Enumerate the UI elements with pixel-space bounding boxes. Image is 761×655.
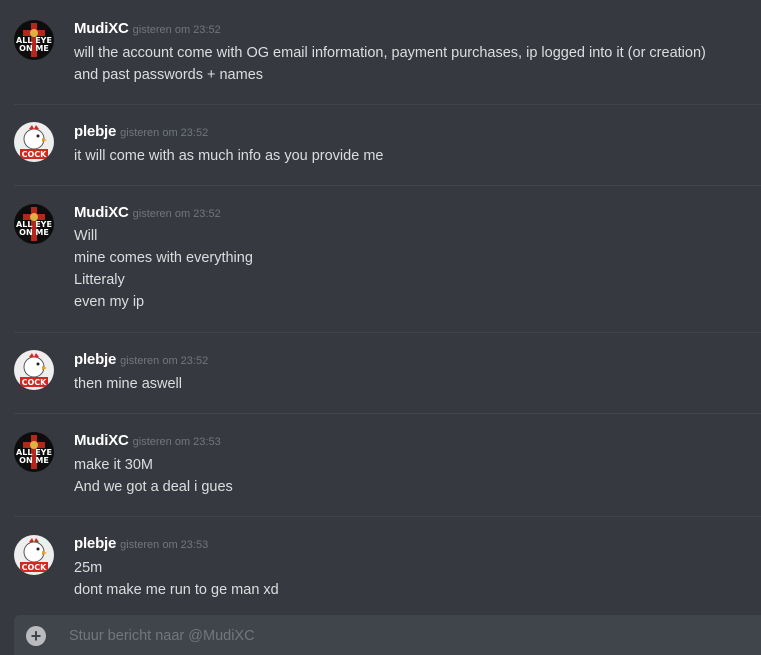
- timestamp: gisteren om 23:53: [120, 539, 209, 551]
- message-line: mine comes with everything: [74, 250, 253, 266]
- cross-avatar-icon: ALL EYE ON ME: [14, 20, 54, 60]
- message-line: And we got a deal i gues: [74, 479, 233, 495]
- message-line: it will come with as much info as you pr…: [74, 148, 384, 164]
- message-header: MudiXC gisteren om 23:52: [74, 204, 221, 224]
- message-list[interactable]: ALL EYE ON ME MudiXC gisteren om 23:52 wi…: [0, 0, 761, 600]
- message-divider: [14, 185, 761, 186]
- message-line: 25m: [74, 560, 103, 576]
- timestamp: gisteren om 23:52: [120, 127, 209, 139]
- message-line: then mine aswell: [74, 376, 182, 392]
- avatar[interactable]: ALL EYE ON ME: [14, 432, 54, 472]
- username[interactable]: MudiXC: [74, 20, 129, 37]
- username[interactable]: plebje: [74, 123, 116, 140]
- avatar[interactable]: ALL EYE ON ME: [14, 20, 54, 60]
- timestamp: gisteren om 23:53: [132, 436, 221, 448]
- message-divider: [14, 516, 761, 517]
- message-content: then mine aswell: [74, 373, 721, 395]
- avatar-text-bottom: ON ME: [19, 228, 49, 237]
- avatar-text: COCK: [22, 378, 48, 387]
- message-content: it will come with as much info as you pr…: [74, 145, 721, 167]
- message-line: will the account come with OG email info…: [74, 45, 706, 61]
- username[interactable]: MudiXC: [74, 204, 129, 221]
- avatar-text: COCK: [22, 563, 48, 572]
- cross-avatar-icon: ALL EYE ON ME: [14, 204, 54, 244]
- message-header: MudiXC gisteren om 23:53: [74, 432, 221, 452]
- message-line: Will: [74, 228, 98, 244]
- message-divider: [14, 332, 761, 333]
- avatar[interactable]: ALL EYE ON ME: [14, 204, 54, 244]
- message-line: dont make me run to ge man xd: [74, 582, 279, 598]
- avatar[interactable]: COCK: [14, 350, 54, 390]
- message-line: and past passwords + names: [74, 67, 264, 83]
- message-line: Litteraly: [74, 272, 125, 288]
- message-header: plebje gisteren om 23:53: [74, 535, 208, 555]
- message-input[interactable]: [69, 626, 669, 646]
- username[interactable]: plebje: [74, 351, 116, 368]
- rooster-avatar-icon: COCK: [14, 535, 54, 575]
- timestamp: gisteren om 23:52: [132, 24, 221, 36]
- rooster-avatar-icon: COCK: [14, 350, 54, 390]
- message-header: MudiXC gisteren om 23:52: [74, 20, 221, 40]
- rooster-avatar-icon: COCK: [14, 122, 54, 162]
- message-line: even my ip: [74, 294, 145, 310]
- message-header: plebje gisteren om 23:52: [74, 351, 208, 371]
- avatar[interactable]: COCK: [14, 535, 54, 575]
- plus-circle-icon[interactable]: +: [26, 626, 46, 646]
- timestamp: gisteren om 23:52: [132, 208, 221, 220]
- username[interactable]: plebje: [74, 535, 116, 552]
- cross-avatar-icon: ALL EYE ON ME: [14, 432, 54, 472]
- timestamp: gisteren om 23:52: [120, 355, 209, 367]
- avatar-text-bottom: ON ME: [19, 44, 49, 53]
- message-divider: [14, 413, 761, 414]
- message-content: make it 30M And we got a deal i gues: [74, 454, 721, 498]
- username[interactable]: MudiXC: [74, 432, 129, 449]
- avatar[interactable]: COCK: [14, 122, 54, 162]
- message-content: 25m dont make me run to ge man xd: [74, 557, 721, 600]
- avatar-text: COCK: [22, 150, 48, 159]
- message-divider: [14, 104, 761, 105]
- message-composer: +: [14, 615, 761, 655]
- message-header: plebje gisteren om 23:52: [74, 123, 208, 143]
- message-line: make it 30M: [74, 457, 153, 473]
- message-content: Will mine comes with everything Litteral…: [74, 225, 721, 313]
- avatar-text-bottom: ON ME: [19, 456, 49, 465]
- message-content: will the account come with OG email info…: [74, 42, 721, 86]
